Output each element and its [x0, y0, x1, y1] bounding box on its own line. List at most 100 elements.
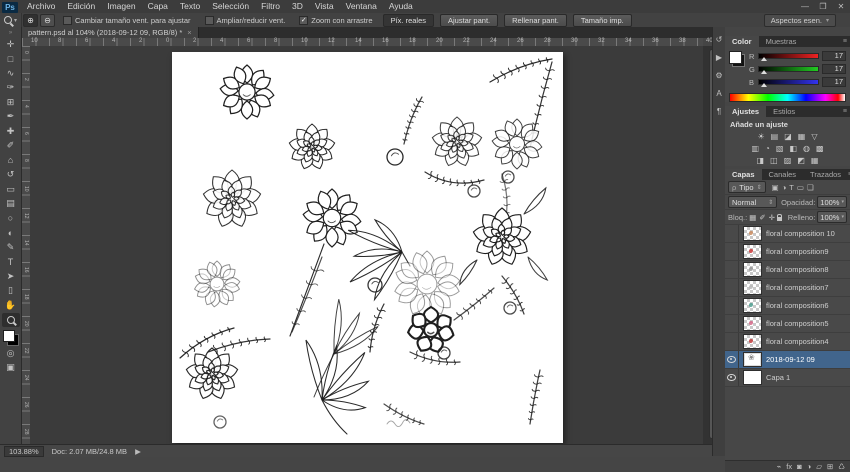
tab-muestras[interactable]: Muestras	[759, 36, 804, 47]
options-button[interactable]: Tamaño imp.	[572, 13, 632, 27]
options-button[interactable]: Píx. reales	[382, 13, 434, 27]
layer-thumbnail[interactable]	[743, 226, 762, 241]
menu-ayuda[interactable]: Ayuda	[383, 0, 419, 13]
delete-layer-icon[interactable]: ♺	[838, 462, 845, 471]
layer-row[interactable]: 2018-09-12 09	[725, 351, 850, 369]
layer-thumbnail[interactable]	[743, 280, 762, 295]
adjustment-icon[interactable]: ▩	[816, 144, 824, 153]
tab-capas[interactable]: Capas	[725, 169, 762, 180]
blur-tool[interactable]: ○	[2, 211, 20, 226]
type-tool[interactable]: T	[2, 255, 20, 270]
adjustment-icon[interactable]: ▤	[771, 132, 779, 141]
crop-tool[interactable]: ⊞	[2, 95, 20, 110]
menu-texto[interactable]: Texto	[174, 0, 206, 13]
foreground-color-swatch[interactable]	[2, 330, 15, 342]
adjustment-icon[interactable]: ☀	[757, 132, 764, 141]
adjustment-icon[interactable]: ◩	[797, 156, 805, 165]
layer-row[interactable]: floral composition8	[725, 261, 850, 279]
new-group-icon[interactable]: ▱	[816, 462, 822, 471]
panel-menu-icon[interactable]: ≡	[843, 108, 847, 115]
document-tab[interactable]: pattern.psd al 104% (2018-09-12 09, RGB/…	[22, 27, 199, 38]
minimize-icon[interactable]: —	[796, 0, 814, 13]
channel-value[interactable]: 17	[822, 64, 846, 74]
visibility-toggle[interactable]	[725, 369, 739, 386]
character-panel-icon[interactable]: A	[713, 89, 726, 98]
screen-mode[interactable]: ▣	[2, 361, 20, 376]
blend-mode-select[interactable]: Normal ⇕	[728, 196, 778, 208]
marquee-tool[interactable]: □	[2, 52, 20, 67]
layer-thumbnail[interactable]	[743, 316, 762, 331]
menu-ventana[interactable]: Ventana	[340, 0, 383, 13]
eraser-tool[interactable]: ▭	[2, 182, 20, 197]
layer-style-icon[interactable]: fx	[786, 462, 792, 471]
link-layers-icon[interactable]: ⌁	[777, 462, 782, 471]
menu-3d[interactable]: 3D	[286, 0, 309, 13]
quick-mask-mode[interactable]: ◎	[2, 346, 20, 361]
clone-stamp-tool[interactable]: ⌂	[2, 153, 20, 168]
layer-row[interactable]: floral composition 10	[725, 225, 850, 243]
visibility-toggle[interactable]	[725, 225, 739, 242]
layer-thumbnail[interactable]	[743, 370, 762, 385]
layer-row[interactable]: floral composition7	[725, 279, 850, 297]
adjustment-layer-icon[interactable]: ◑	[807, 462, 812, 471]
tool-preset-picker[interactable]: ▾	[0, 13, 23, 27]
adjustment-icon[interactable]: ▥	[751, 144, 759, 153]
layer-row[interactable]: floral composition4	[725, 333, 850, 351]
adjustment-icon[interactable]: ▦	[811, 156, 819, 165]
adjustment-icon[interactable]: ◧	[789, 144, 797, 153]
layer-thumbnail[interactable]	[743, 334, 762, 349]
visibility-toggle[interactable]	[725, 315, 739, 332]
option-checkbox[interactable]: Ampliar/reducir vent.	[204, 15, 285, 25]
adjustment-icon[interactable]: ◫	[770, 156, 778, 165]
tab-canales[interactable]: Canales	[762, 169, 804, 180]
visibility-toggle[interactable]	[725, 297, 739, 314]
adjustment-icon[interactable]: ◔	[765, 144, 770, 153]
lasso-tool[interactable]: ∿	[2, 66, 20, 81]
checkbox-icon[interactable]: ✓	[299, 15, 309, 25]
restore-icon[interactable]: ❐	[814, 0, 832, 13]
menu-selección[interactable]: Selección	[206, 0, 255, 13]
tab-ajustes[interactable]: Ajustes	[725, 106, 767, 117]
layer-row[interactable]: Capa 1	[725, 369, 850, 387]
adjustment-icon[interactable]: ▽	[811, 132, 817, 141]
fill-field[interactable]: 100% ▾	[817, 211, 847, 223]
status-options-arrow[interactable]: ▶	[135, 447, 141, 456]
paragraph-panel-icon[interactable]: ¶	[713, 107, 726, 116]
foreground-background-swatches[interactable]	[729, 51, 745, 67]
eyedropper-tool[interactable]: ✒	[2, 110, 20, 125]
quick-selection-tool[interactable]: ✑	[2, 81, 20, 96]
slider-knob[interactable]	[761, 70, 767, 74]
lock-icon[interactable]: ✛	[769, 213, 775, 222]
zoom-in-toggle[interactable]: ⊕	[23, 13, 39, 27]
opacity-field[interactable]: 100% ▾	[817, 196, 847, 208]
new-layer-icon[interactable]: ⊞	[827, 462, 833, 471]
channel-value[interactable]: 17	[822, 51, 846, 61]
actions-panel-icon[interactable]: ▶	[713, 53, 726, 62]
layer-filter-icon[interactable]: ❏	[807, 183, 814, 192]
adjustment-icon[interactable]: ▨	[784, 156, 792, 165]
slider-knob[interactable]	[761, 57, 767, 61]
layer-filter-icon[interactable]: ◑	[782, 183, 787, 192]
layer-thumbnail[interactable]	[743, 298, 762, 313]
menu-vista[interactable]: Vista	[309, 0, 340, 13]
channel-value[interactable]: 17	[822, 77, 846, 87]
layer-filter-icon[interactable]: ▭	[797, 183, 804, 192]
option-checkbox[interactable]: ✓ Zoom con arrastre	[299, 15, 373, 25]
hand-tool[interactable]: ✋	[2, 298, 20, 313]
visibility-toggle[interactable]	[725, 333, 739, 350]
toolbar-grip[interactable]: »	[9, 30, 12, 37]
gradient-tool[interactable]: ▤	[2, 197, 20, 212]
layer-thumbnail[interactable]	[743, 262, 762, 277]
close-icon[interactable]: ✕	[832, 0, 850, 13]
history-panel-icon[interactable]: ↺	[713, 35, 726, 44]
layer-thumbnail[interactable]	[743, 244, 762, 259]
menu-edición[interactable]: Edición	[61, 0, 101, 13]
tab-color[interactable]: Color	[725, 36, 759, 47]
adjustment-icon[interactable]: ◨	[757, 156, 765, 165]
adjustment-icon[interactable]: ▧	[776, 144, 784, 153]
adjustment-icon[interactable]: ◪	[784, 132, 792, 141]
dodge-tool[interactable]: ◐	[2, 226, 20, 241]
channel-slider[interactable]	[758, 53, 819, 61]
tab-estilos[interactable]: Estilos	[766, 106, 802, 117]
menu-archivo[interactable]: Archivo	[21, 0, 61, 13]
